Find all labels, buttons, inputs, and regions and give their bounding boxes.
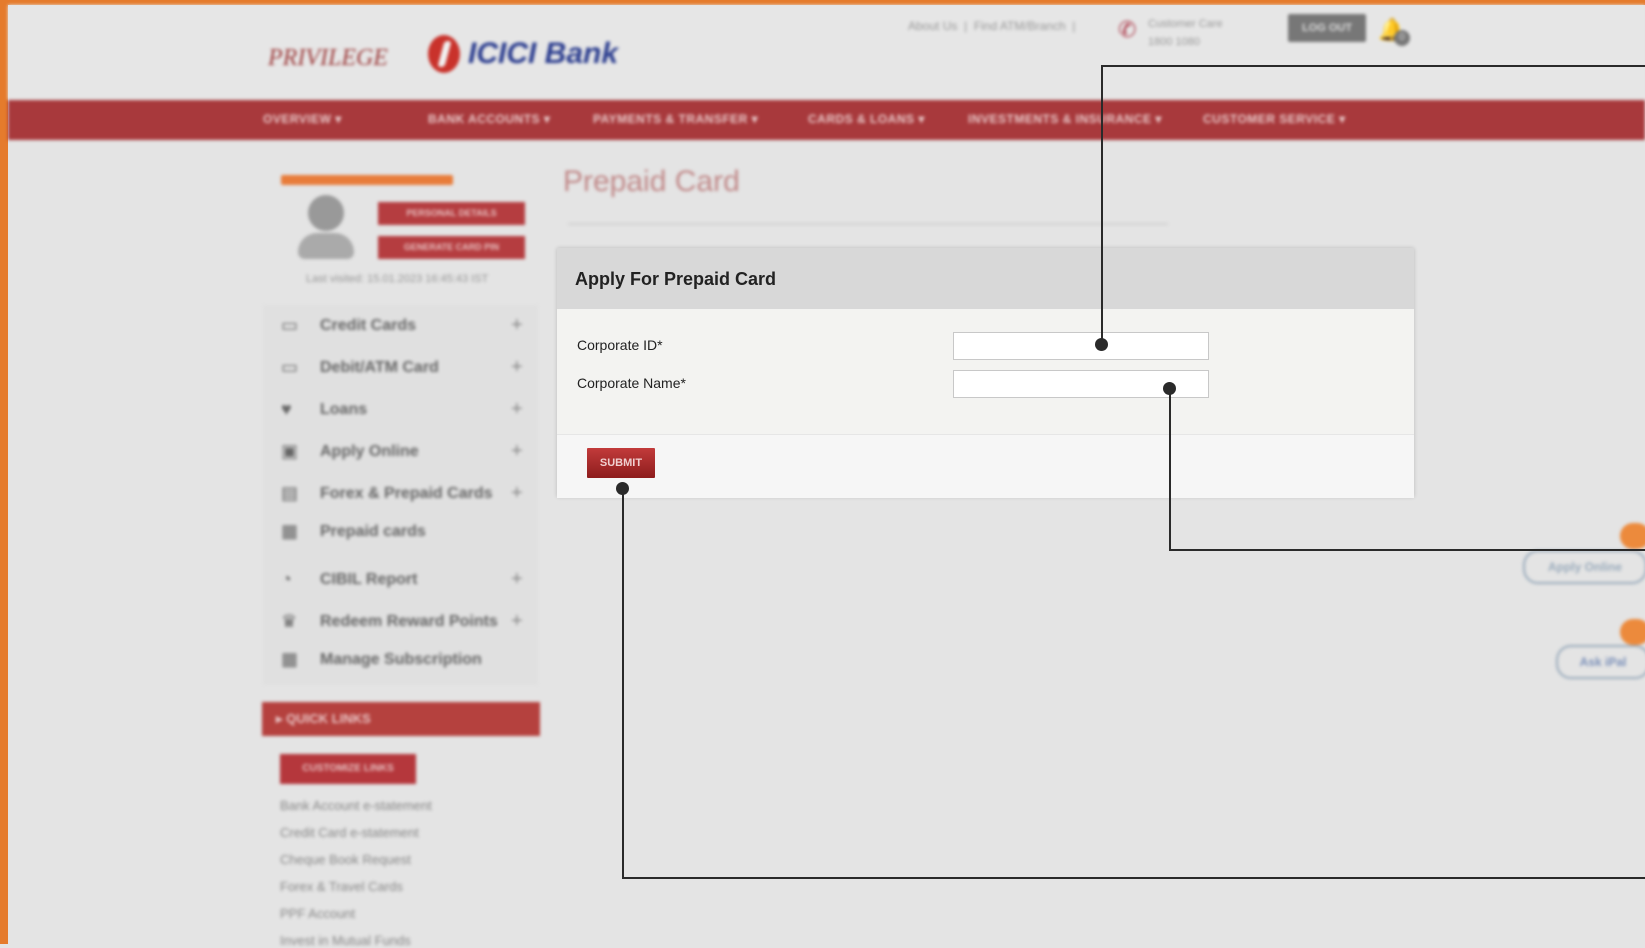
form-header: Apply For Prepaid Card [557,248,1414,309]
report-icon: ◔ [281,569,292,589]
callout-dot [1095,338,1108,351]
quick-link[interactable]: PPF Account [280,906,355,921]
avatar-head [308,195,344,231]
chat-bubble-icon [1620,619,1645,645]
nav-item-overview[interactable]: OVERVIEW ▾ [263,112,342,126]
submit-button[interactable]: SUBMIT [587,448,655,478]
sidebar-item-loans[interactable]: ♥ Loans + [263,389,538,429]
corporate-name-label: Corporate Name* [577,375,686,391]
icici-logo[interactable]: ICICI Bank [428,35,618,73]
callout-line [622,877,1645,879]
card-icon: ▭ [281,315,299,335]
expand-icon[interactable]: + [511,314,523,337]
expand-icon[interactable]: + [511,356,523,379]
sidebar-item-prepaid-cards[interactable]: ▦ Prepaid cards [263,511,538,551]
expand-icon[interactable]: + [511,482,523,505]
sidebar-item-cibil-report[interactable]: ◔ CIBIL Report + [263,559,538,599]
profile-accent-bar [281,175,453,185]
sidebar-item-label: Redeem Reward Points [320,613,498,630]
subscription-icon: ▦ [281,649,299,669]
callout-line [1101,65,1103,345]
customer-care: Customer Care 1800 1080 [1148,15,1223,51]
sidebar-item-debit-card[interactable]: ▭ Debit/ATM Card + [263,347,538,387]
callout-line [1169,388,1171,551]
main-nav: OVERVIEW ▾ BANK ACCOUNTS ▾ PAYMENTS & TR… [8,100,1645,140]
monitor-icon: ▣ [281,441,299,461]
callout-line [1169,549,1645,551]
avatar [296,195,354,261]
privilege-logo: PRIVILEGE [268,45,388,71]
quick-link[interactable]: Cheque Book Request [280,852,411,867]
quick-link[interactable]: Forex & Travel Cards [280,879,403,894]
last-visited: Last visited: 15.01.2023 16:45:43 IST [306,273,489,285]
corporate-id-label: Corporate ID* [577,337,663,353]
icici-mark-icon [428,35,460,73]
notification-badge: 0 [1394,30,1410,46]
generate-pin-button[interactable]: GENERATE CARD PIN [378,236,525,259]
sidebar-item-forex[interactable]: ▤ Forex & Prepaid Cards + [263,473,538,513]
handshake-icon: ♥ [281,399,292,419]
expand-icon[interactable]: + [511,568,523,591]
quick-link[interactable]: Credit Card e-statement [280,825,419,840]
customize-links-button[interactable]: CUSTOMIZE LINKS [280,754,416,784]
expand-icon[interactable]: + [511,610,523,633]
logout-button[interactable]: LOG OUT [1288,14,1366,42]
callout-line [1101,65,1645,67]
quick-links-header: ▸ QUICK LINKS [262,702,540,736]
forex-icon: ▤ [281,483,299,503]
nav-item-bank-accounts[interactable]: BANK ACCOUNTS ▾ [428,112,550,126]
trophy-icon: ♛ [281,611,298,631]
phone-icon: ✆ [1118,17,1137,42]
callout-dot [1163,382,1176,395]
sidebar-item-label: Forex & Prepaid Cards [320,485,493,502]
chat-bubble-icon [1620,523,1645,549]
nav-item-customer-service[interactable]: CUSTOMER SERVICE ▾ [1203,112,1346,126]
sidebar-item-label: Manage Subscription [320,651,482,668]
title-divider [568,223,1168,225]
form-title: Apply For Prepaid Card [575,269,777,289]
bank-name: ICICI Bank [468,37,619,70]
top-links: About Us | Find ATM/Branch | [908,19,1076,33]
sidebar-item-label: CIBIL Report [320,571,418,588]
sidebar-item-label: Credit Cards [320,317,417,334]
site-header: PRIVILEGE ICICI Bank About Us | Find ATM… [8,5,1645,105]
apply-online-float-button[interactable]: Apply Online [1523,550,1645,584]
quick-links-title: QUICK LINKS [286,711,371,726]
sidebar-item-redeem-rewards[interactable]: ♛ Redeem Reward Points + [263,601,538,641]
nav-item-investments[interactable]: INVESTMENTS & INSURANCE ▾ [968,112,1162,126]
personal-details-button[interactable]: PERSONAL DETAILS [378,202,525,225]
nav-item-payments[interactable]: PAYMENTS & TRANSFER ▾ [593,112,758,126]
quick-link[interactable]: Bank Account e-statement [280,798,432,813]
customer-care-label: Customer Care [1148,18,1223,30]
sidebar-item-label: Apply Online [320,443,419,460]
corporate-id-input[interactable] [953,332,1209,360]
customer-care-number: 1800 1080 [1148,36,1200,48]
nav-item-cards-loans[interactable]: CARDS & LOANS ▾ [808,112,925,126]
apply-prepaid-card-form: Apply For Prepaid Card Corporate ID* Cor… [557,248,1414,498]
sidebar-item-label: Prepaid cards [320,523,426,540]
prepaid-card-icon: ▦ [281,521,299,541]
about-us-link[interactable]: About Us [908,19,957,33]
callout-dot [616,482,629,495]
sidebar-item-apply-online[interactable]: ▣ Apply Online + [263,431,538,471]
frame-left-border [0,0,8,944]
sidebar-item-credit-cards[interactable]: ▭ Credit Cards + [263,305,538,345]
find-atm-link[interactable]: Find ATM/Branch [974,19,1066,33]
expand-icon[interactable]: + [511,398,523,421]
sidebar-item-label: Loans [320,401,368,418]
card-icon: ▭ [281,357,299,377]
quick-link[interactable]: Invest in Mutual Funds [280,933,411,948]
avatar-body [298,233,354,259]
page-title: Prepaid Card [563,165,740,198]
ask-ipal-float-button[interactable]: Ask iPal [1556,645,1645,679]
expand-icon[interactable]: + [511,440,523,463]
form-footer [557,434,1414,498]
sidebar-item-label: Debit/ATM Card [320,359,439,376]
sidebar: ▭ Credit Cards + ▭ Debit/ATM Card + ♥ Lo… [263,305,538,685]
sidebar-item-manage-subscription[interactable]: ▦ Manage Subscription [263,639,538,679]
callout-line [622,489,624,879]
form-body: Corporate ID* Corporate Name* [557,309,1414,434]
